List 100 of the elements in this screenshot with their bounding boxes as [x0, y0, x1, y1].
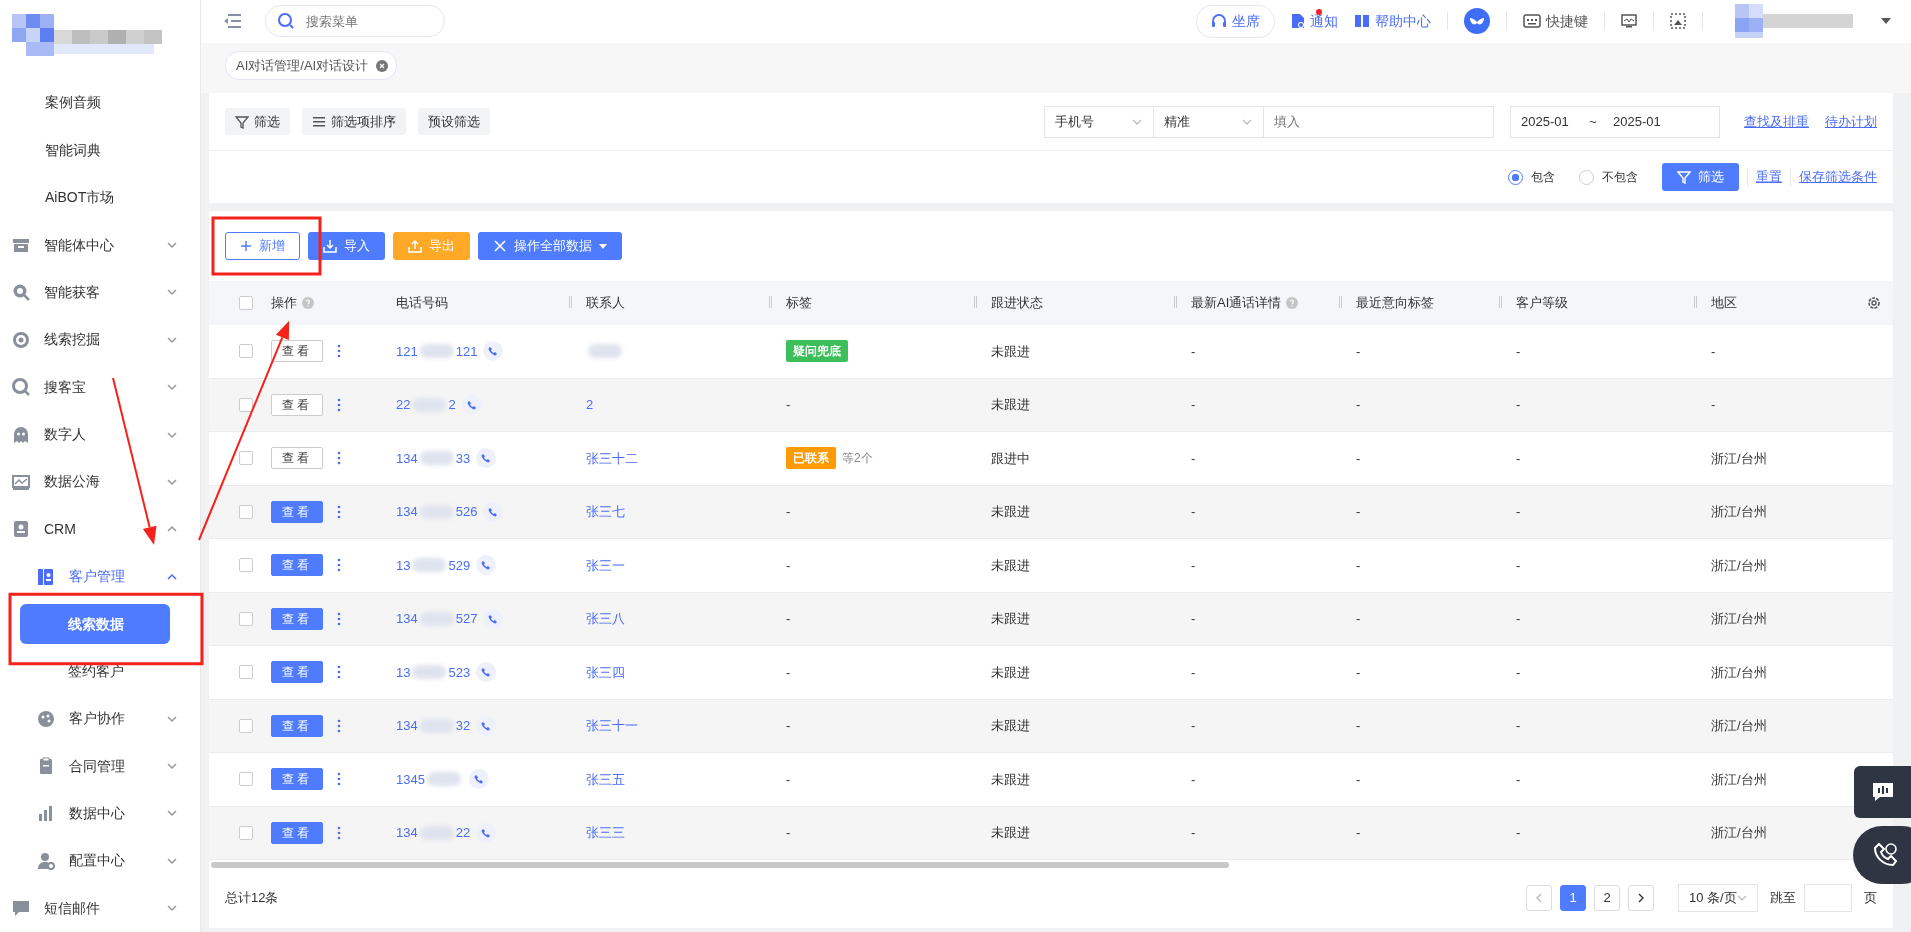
menu-group[interactable]: 数字人 — [0, 410, 200, 459]
view-button[interactable]: 查看 — [271, 607, 323, 630]
more-icon[interactable] — [337, 772, 341, 787]
page-jump-input[interactable] — [1804, 884, 1852, 912]
view-button[interactable]: 查看 — [271, 821, 323, 844]
phone-link[interactable]: 134 — [396, 502, 418, 522]
reset-link[interactable]: 重置 — [1756, 167, 1782, 187]
more-icon[interactable] — [337, 611, 341, 626]
more-icon[interactable] — [337, 504, 341, 519]
menu-group[interactable]: 数据公海 — [0, 458, 200, 506]
phone-link[interactable]: 526 — [455, 502, 478, 522]
view-button[interactable]: 查看 — [271, 340, 323, 363]
menu-group[interactable]: 客户协作 — [0, 695, 200, 743]
row-checkbox[interactable] — [239, 504, 253, 519]
column-resize-handle[interactable] — [1694, 296, 1697, 308]
add-button[interactable]: 新增 — [225, 232, 300, 260]
row-checkbox[interactable] — [239, 397, 253, 412]
menu-item[interactable]: 智能词典 — [0, 126, 200, 175]
call-button[interactable] — [483, 501, 504, 522]
menu-group[interactable]: 数据中心 — [0, 789, 200, 838]
shortcut-link[interactable]: 快捷键 — [1523, 11, 1588, 32]
phone-link[interactable]: 529 — [448, 555, 471, 575]
horizontal-scrollbar[interactable] — [211, 862, 1229, 868]
row-checkbox[interactable] — [239, 451, 253, 466]
phone-link[interactable]: 2 — [448, 395, 456, 415]
menu-group[interactable]: 线索挖掘 — [0, 316, 200, 364]
next-page-button[interactable] — [1628, 885, 1654, 911]
radio-option[interactable]: 不包含 — [1579, 168, 1638, 186]
view-button[interactable]: 查看 — [271, 447, 323, 470]
view-button[interactable]: 查看 — [271, 768, 323, 791]
column-resize-handle[interactable] — [769, 296, 772, 308]
select-all-checkbox[interactable] — [239, 296, 253, 310]
page-button[interactable]: 1 — [1560, 885, 1586, 911]
menu-collapse-icon[interactable] — [223, 13, 241, 30]
more-icon[interactable] — [337, 825, 341, 840]
phone-link[interactable]: 121 — [455, 341, 478, 361]
menu-item[interactable]: AiBOT市场 — [0, 174, 200, 222]
call-button[interactable] — [476, 822, 497, 843]
call-button[interactable] — [461, 394, 482, 415]
date-range-field[interactable]: 2025-01 ~ 2025-01 — [1510, 105, 1720, 138]
contact-link[interactable]: 张三七 — [586, 502, 625, 522]
phone-link[interactable]: 134 — [396, 716, 418, 736]
contact-link[interactable]: 张三五 — [586, 769, 625, 789]
menu-group[interactable]: 智能获客 — [0, 268, 200, 317]
import-button[interactable]: 导入 — [308, 232, 385, 260]
row-checkbox[interactable] — [239, 611, 253, 626]
save-filter-link[interactable]: 保存筛选条件 — [1799, 167, 1877, 187]
screenshot-icon[interactable] — [1670, 13, 1686, 30]
contact-link[interactable]: 张三十二 — [586, 448, 638, 468]
call-button[interactable] — [476, 555, 497, 576]
toolbar-link[interactable]: 待办计划 — [1825, 111, 1877, 132]
more-icon[interactable] — [337, 665, 341, 680]
page-tab[interactable]: AI对话管理/AI对话设计 — [225, 51, 398, 81]
radio-circle[interactable] — [1579, 169, 1594, 185]
user-menu[interactable] — [1735, 4, 1891, 39]
call-button[interactable] — [483, 608, 504, 629]
close-icon[interactable] — [376, 59, 389, 72]
apply-filter-button[interactable]: 筛选 — [1662, 163, 1739, 191]
menu-group[interactable]: 短信邮件 — [0, 884, 200, 932]
filter-input[interactable]: 填入 — [1264, 105, 1494, 138]
more-icon[interactable] — [337, 344, 341, 359]
row-checkbox[interactable] — [239, 772, 253, 787]
filter-button[interactable]: 预设筛选 — [418, 107, 490, 136]
menu-group[interactable]: 客户管理 — [0, 552, 200, 601]
more-icon[interactable] — [337, 718, 341, 733]
call-button[interactable] — [476, 662, 497, 683]
row-checkbox[interactable] — [239, 665, 253, 680]
phone-link[interactable]: 32 — [455, 716, 471, 736]
phone-link[interactable]: 121 — [396, 341, 418, 361]
menu-group[interactable]: 搜客宝 — [0, 363, 200, 411]
phone-link[interactable]: 134 — [396, 609, 418, 629]
call-button[interactable] — [476, 715, 497, 736]
page-button[interactable]: 2 — [1594, 885, 1620, 911]
phone-widget[interactable] — [1853, 826, 1911, 884]
field-select[interactable]: 手机号 — [1044, 105, 1154, 138]
phone-link[interactable]: 22 — [396, 395, 411, 415]
view-button[interactable]: 查看 — [271, 554, 323, 577]
column-resize-handle[interactable] — [569, 296, 572, 308]
more-icon[interactable] — [337, 558, 341, 573]
phone-link[interactable]: 33 — [455, 448, 471, 468]
view-button[interactable]: 查看 — [271, 500, 323, 523]
monitor-icon[interactable] — [1621, 13, 1637, 30]
radio-circle[interactable] — [1508, 169, 1523, 185]
column-resize-handle[interactable] — [974, 296, 977, 308]
more-icon[interactable] — [337, 451, 341, 466]
view-button[interactable]: 查看 — [271, 661, 323, 684]
radio-option[interactable]: 包含 — [1508, 168, 1555, 186]
filter-button[interactable]: 筛选项排序 — [302, 107, 406, 136]
agent-button[interactable]: 坐席 — [1196, 5, 1275, 38]
settings-icon[interactable] — [1867, 296, 1881, 310]
call-button[interactable] — [476, 448, 497, 469]
contact-link[interactable]: 2 — [586, 395, 594, 415]
more-icon[interactable] — [337, 397, 341, 412]
page-size-select[interactable]: 10 条/页 — [1678, 884, 1758, 912]
view-button[interactable]: 查看 — [271, 714, 323, 737]
column-resize-handle[interactable] — [1174, 296, 1177, 308]
column-resize-handle[interactable] — [1339, 296, 1342, 308]
phone-link[interactable]: 523 — [448, 662, 471, 682]
contact-link[interactable]: 张三四 — [586, 662, 625, 682]
call-button[interactable] — [468, 769, 489, 790]
